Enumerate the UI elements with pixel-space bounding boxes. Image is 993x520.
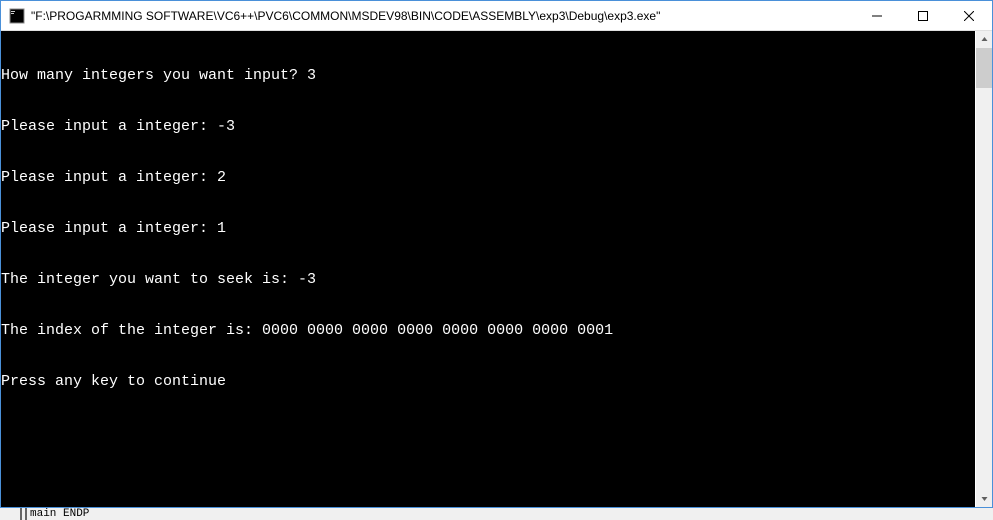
window-title: "F:\PROGARMMING SOFTWARE\VC6++\PVC6\COMM… [31,9,854,23]
scroll-thumb[interactable] [976,48,992,88]
vertical-scrollbar[interactable] [975,31,992,507]
app-icon [9,8,25,24]
close-button[interactable] [946,1,992,30]
window-controls [854,1,992,30]
scroll-track[interactable] [976,48,992,490]
console-line: How many integers you want input? 3 [1,67,975,84]
console-line: Please input a integer: -3 [1,118,975,135]
scroll-up-button[interactable] [976,31,992,48]
console-area: How many integers you want input? 3 Plea… [1,31,992,507]
fragment-text: main ENDP [30,508,89,520]
console-output[interactable]: How many integers you want input? 3 Plea… [1,31,975,507]
background-editor-fragment: main ENDP [20,508,89,520]
scroll-down-button[interactable] [976,490,992,507]
console-line: Please input a integer: 2 [1,169,975,186]
console-line: Press any key to continue [1,373,975,390]
console-line: The index of the integer is: 0000 0000 0… [1,322,975,339]
titlebar[interactable]: "F:\PROGARMMING SOFTWARE\VC6++\PVC6\COMM… [1,1,992,31]
console-line: Please input a integer: 1 [1,220,975,237]
console-window: "F:\PROGARMMING SOFTWARE\VC6++\PVC6\COMM… [0,0,993,508]
maximize-button[interactable] [900,1,946,30]
console-line: The integer you want to seek is: -3 [1,271,975,288]
minimize-button[interactable] [854,1,900,30]
